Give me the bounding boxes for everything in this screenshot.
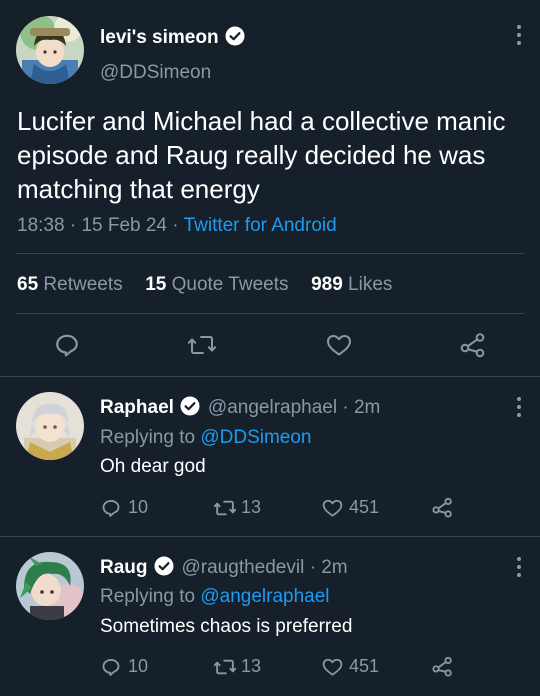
- like-icon: [322, 499, 343, 517]
- tweet-source[interactable]: Twitter for Android: [184, 215, 337, 236]
- likes-stat[interactable]: 989 Likes: [311, 274, 392, 295]
- retweets-stat[interactable]: 65 Retweets: [17, 274, 123, 295]
- verified-badge-icon: [225, 26, 245, 46]
- avatar[interactable]: [16, 16, 84, 84]
- share-icon: [432, 656, 452, 677]
- tweet-date: 15 Feb 24: [81, 215, 168, 236]
- divider: [16, 253, 524, 254]
- replying-to: Replying to @DDSimeon: [100, 427, 312, 448]
- reply-button[interactable]: 10: [101, 497, 148, 518]
- more-options-icon[interactable]: [516, 397, 522, 419]
- quotes-stat[interactable]: 15 Quote Tweets: [145, 274, 288, 295]
- like-button[interactable]: 451: [322, 497, 379, 518]
- replying-to: Replying to @angelraphael: [100, 586, 330, 607]
- verified-badge-icon: [180, 396, 200, 416]
- retweet-count: 13: [241, 656, 262, 676]
- tweet-text: Lucifer and Michael had a collective man…: [17, 106, 506, 204]
- retweet-button[interactable]: [188, 333, 216, 357]
- more-options-icon[interactable]: [516, 557, 522, 579]
- retweet-icon: [188, 336, 216, 354]
- reply-icon: [102, 499, 120, 517]
- like-count: 451: [349, 656, 380, 676]
- retweet-icon: [214, 659, 236, 674]
- tweet-age: 2m: [353, 397, 381, 418]
- tweet-meta: 18:38 · 15 Feb 24 · Twitter for Android: [17, 215, 337, 236]
- avatar[interactable]: [16, 552, 84, 620]
- tweet-time: 18:38: [17, 215, 65, 236]
- display-name[interactable]: levi's simeon: [100, 27, 219, 48]
- retweet-count: 13: [241, 497, 262, 517]
- handle[interactable]: @DDSimeon: [100, 61, 211, 85]
- share-button[interactable]: [432, 656, 453, 677]
- like-icon: [327, 335, 351, 356]
- replying-to-link[interactable]: @DDSimeon: [200, 427, 311, 448]
- divider: [0, 376, 540, 377]
- avatar[interactable]: [16, 392, 84, 460]
- reply-button[interactable]: 10: [101, 656, 148, 677]
- share-button[interactable]: [432, 497, 453, 518]
- reply-icon: [102, 658, 120, 676]
- share-button[interactable]: [460, 332, 486, 358]
- reply-count: 10: [128, 497, 149, 517]
- replying-to-link[interactable]: @angelraphael: [200, 586, 329, 607]
- tweet-text: Sometimes chaos is preferred: [100, 616, 353, 637]
- handle[interactable]: @raugthedevil: [182, 557, 305, 578]
- retweet-icon: [214, 500, 236, 515]
- like-icon: [322, 658, 343, 676]
- share-icon: [432, 497, 452, 518]
- like-button[interactable]: 451: [322, 656, 379, 677]
- divider: [16, 313, 524, 314]
- like-button[interactable]: [326, 333, 352, 357]
- reply-button[interactable]: [54, 332, 80, 358]
- divider: [0, 536, 540, 537]
- share-icon: [460, 333, 485, 358]
- more-options-icon[interactable]: [516, 25, 522, 47]
- retweet-button[interactable]: 13: [214, 656, 261, 677]
- handle[interactable]: @angelraphael: [208, 397, 337, 418]
- tweet-age: 2m: [321, 557, 348, 578]
- tweet-text: Oh dear god: [100, 456, 206, 477]
- display-name[interactable]: Raphael: [100, 397, 174, 418]
- tweet-stats: 65 Retweets 15 Quote Tweets 989 Likes: [17, 273, 392, 297]
- retweet-button[interactable]: 13: [214, 497, 261, 518]
- verified-badge-icon: [154, 556, 173, 576]
- reply-count: 10: [128, 656, 149, 676]
- display-name[interactable]: Raug: [100, 557, 148, 578]
- like-count: 451: [349, 497, 380, 517]
- reply-icon: [56, 334, 78, 357]
